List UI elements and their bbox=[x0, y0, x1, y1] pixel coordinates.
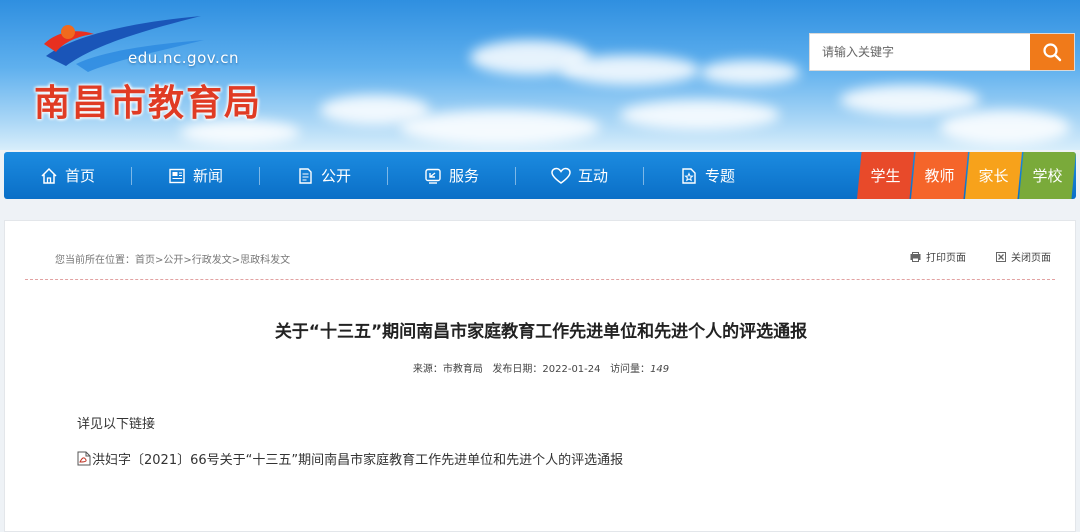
close-label: 关闭页面 bbox=[1011, 253, 1051, 264]
nav-item-news[interactable]: 新闻 bbox=[132, 152, 259, 199]
pdf-file-icon bbox=[77, 451, 91, 466]
breadcrumb-separator: > bbox=[231, 255, 241, 266]
news-icon bbox=[168, 167, 186, 185]
print-button[interactable]: 打印页面 bbox=[910, 249, 966, 264]
breadcrumb-separator: > bbox=[183, 255, 192, 266]
dashed-divider bbox=[25, 279, 1055, 280]
nav-item-interact[interactable]: 互动 bbox=[516, 152, 643, 199]
source-value: 市教育局 bbox=[442, 364, 483, 375]
nav-item-service[interactable]: 服务 bbox=[388, 152, 515, 199]
article-body: 详见以下链接 bbox=[77, 417, 156, 432]
article-panel: 您当前所在位置：首页>公开>行政发文>思政科发文 打印页面 关闭页面 关于“十三… bbox=[4, 220, 1076, 532]
breadcrumb-item-admin-docs[interactable]: 行政发文 bbox=[192, 255, 232, 266]
page-tools: 打印页面 关闭页面 bbox=[910, 249, 1051, 264]
views-value: 149 bbox=[650, 364, 670, 375]
role-tab-teacher[interactable]: 教师 bbox=[911, 152, 968, 199]
nav-label: 专题 bbox=[704, 167, 735, 185]
role-tab-parent[interactable]: 家长 bbox=[965, 152, 1022, 199]
breadcrumb-item-home[interactable]: 首页 bbox=[135, 255, 155, 266]
views-label: 访问量： bbox=[610, 364, 651, 375]
site-url: edu.nc.gov.cn bbox=[128, 49, 239, 67]
nav-label: 服务 bbox=[448, 167, 479, 185]
nav-item-public[interactable]: 公开 bbox=[260, 152, 387, 199]
nav-item-topic[interactable]: 专题 bbox=[644, 152, 771, 199]
breadcrumb-item-public[interactable]: 公开 bbox=[163, 255, 183, 266]
nav-label: 互动 bbox=[577, 167, 608, 185]
nav-item-home[interactable]: 首页 bbox=[4, 152, 131, 199]
nav-label: 公开 bbox=[320, 167, 351, 185]
breadcrumb-item-ideology-docs[interactable]: 思政科发文 bbox=[240, 255, 290, 266]
role-tab-school[interactable]: 学校 bbox=[1019, 152, 1076, 199]
nav-label: 新闻 bbox=[192, 167, 223, 185]
search-icon bbox=[1043, 43, 1062, 62]
article-title: 关于“十三五”期间南昌市家庭教育工作先进单位和先进个人的评选通报 bbox=[274, 322, 808, 342]
role-tab-student[interactable]: 学生 bbox=[857, 152, 914, 199]
search-box bbox=[809, 33, 1075, 71]
nav-label: 首页 bbox=[64, 167, 95, 185]
close-icon bbox=[996, 251, 1006, 262]
source-label: 来源： bbox=[412, 364, 443, 375]
document-icon bbox=[296, 167, 314, 185]
site-header: edu.nc.gov.cn 南昌市教育局 bbox=[0, 0, 1080, 150]
breadcrumb-prefix: 您当前所在位置： bbox=[55, 255, 135, 266]
site-title[interactable]: 南昌市教育局 bbox=[34, 74, 262, 126]
article-meta: 来源：市教育局 发布日期：2022-01-24 访问量：149 bbox=[5, 360, 1077, 375]
search-button[interactable] bbox=[1030, 34, 1074, 70]
date-value: 2022-01-24 bbox=[542, 364, 601, 375]
topic-icon bbox=[680, 167, 698, 185]
home-icon bbox=[40, 167, 58, 185]
heart-icon bbox=[551, 167, 571, 185]
role-tabs: 学生 教师 家长 学校 bbox=[857, 152, 1076, 199]
attachment-label: 洪妇字〔2021〕66号关于“十三五”期间南昌市家庭教育工作先进单位和先进个人的… bbox=[92, 453, 624, 468]
print-label: 打印页面 bbox=[926, 253, 966, 264]
main-nav: 首页 新闻 公开 服务 互动 专题 学生 教师 家长 学校 bbox=[4, 152, 1076, 199]
attachment-link[interactable]: 洪妇字〔2021〕66号关于“十三五”期间南昌市家庭教育工作先进单位和先进个人的… bbox=[77, 449, 623, 468]
date-label: 发布日期： bbox=[492, 364, 543, 375]
search-input[interactable] bbox=[810, 34, 1030, 70]
service-icon bbox=[424, 167, 442, 185]
print-icon bbox=[910, 251, 921, 262]
breadcrumb: 您当前所在位置：首页>公开>行政发文>思政科发文 bbox=[55, 251, 290, 266]
close-page-button[interactable]: 关闭页面 bbox=[996, 249, 1051, 264]
